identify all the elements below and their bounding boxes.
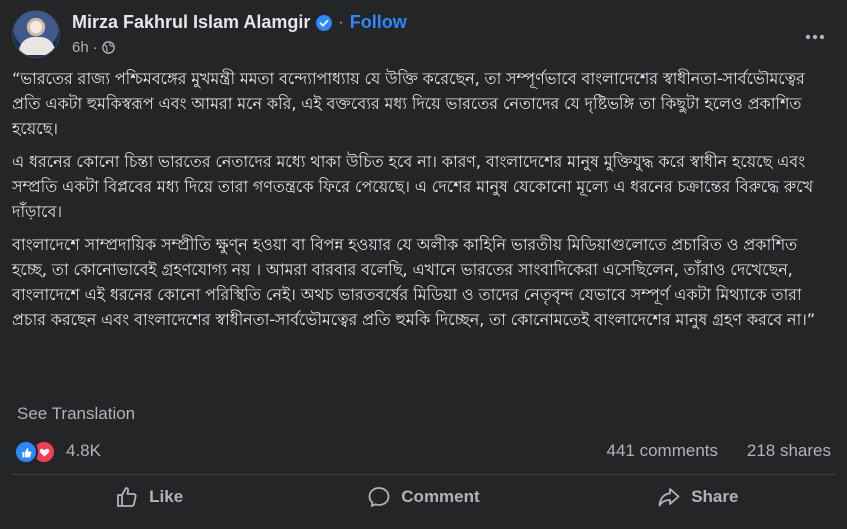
author-name-row: Mirza Fakhrul Islam Alamgir · Follow — [72, 12, 407, 33]
header-separator: · — [338, 13, 344, 31]
comment-bubble-icon — [367, 485, 391, 509]
follow-button[interactable]: Follow — [350, 12, 407, 33]
shares-count[interactable]: 218 shares — [747, 441, 831, 461]
comments-count[interactable]: 441 comments — [607, 441, 719, 461]
post-paragraph-1: “ভারতের রাজ্য পশ্চিমবঙ্গের মুখমন্ত্রী মম… — [12, 69, 805, 138]
share-arrow-icon — [657, 485, 681, 509]
author-avatar[interactable] — [12, 10, 60, 58]
meta-separator: · — [92, 39, 98, 56]
post-paragraph-3: বাংলাদেশে সাম্প্রদায়িক সম্প্রীতি ক্ষুণ্… — [12, 235, 815, 329]
post-timestamp[interactable]: 6h — [72, 39, 89, 56]
globe-icon[interactable] — [101, 41, 115, 54]
engagement-summary: 4.8K 441 comments 218 shares — [14, 437, 831, 465]
post-action-bar: Like Comment Share — [12, 476, 835, 518]
post-paragraph-2: এ ধরনের কোনো চিন্তা ভারতের নেতাদের মধ্যে… — [12, 152, 814, 221]
action-divider — [12, 474, 835, 475]
comment-label: Comment — [401, 487, 480, 506]
more-horizontal-icon — [805, 25, 825, 44]
more-options-button[interactable] — [801, 20, 829, 48]
see-translation-link[interactable]: See Translation — [17, 404, 135, 424]
comment-button[interactable]: Comment — [286, 476, 560, 518]
like-reaction-icon — [14, 440, 38, 464]
share-label: Share — [691, 487, 739, 506]
post-text: “ভারতের রাজ্য পশ্চিমবঙ্গের মুখমন্ত্রী মম… — [12, 66, 835, 340]
thumbs-up-icon — [115, 485, 139, 509]
like-label: Like — [149, 487, 184, 506]
author-name[interactable]: Mirza Fakhrul Islam Alamgir — [72, 12, 310, 33]
reaction-icons[interactable] — [14, 440, 56, 464]
facebook-post: Mirza Fakhrul Islam Alamgir · Follow 6h … — [0, 0, 847, 529]
post-meta: 6h · — [72, 39, 115, 56]
like-button[interactable]: Like — [12, 476, 286, 518]
share-button[interactable]: Share — [561, 476, 835, 518]
reaction-count[interactable]: 4.8K — [66, 441, 101, 461]
verified-badge-icon — [316, 14, 333, 31]
post-header: Mirza Fakhrul Islam Alamgir · Follow 6h … — [12, 10, 835, 60]
